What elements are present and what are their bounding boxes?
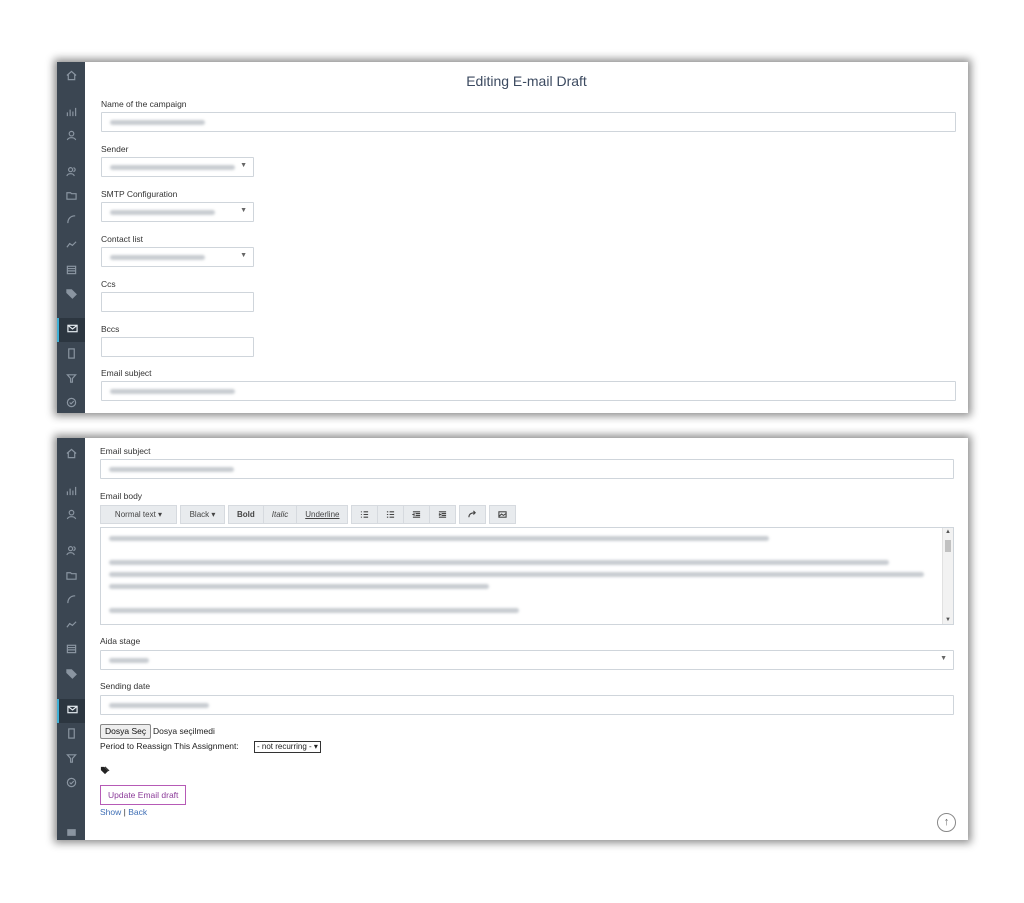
form-area: Editing E-mail Draft Name of the campaig…	[85, 62, 968, 413]
home-icon[interactable]	[57, 70, 85, 86]
edit-draft-panel-bottom: Email subject Email body Normal text ▾ B…	[57, 438, 968, 840]
document-icon[interactable]	[57, 348, 85, 364]
folder-icon[interactable]	[57, 190, 85, 206]
link-separator: |	[123, 807, 126, 817]
email-body-editor[interactable]: ▲ ▼	[100, 527, 954, 625]
chart-icon[interactable]	[57, 106, 85, 122]
campaign-name-label: Name of the campaign	[101, 99, 187, 109]
tags-icon[interactable]	[57, 288, 85, 304]
bccs-input[interactable]	[101, 337, 254, 357]
page-title: Editing E-mail Draft	[466, 73, 587, 89]
outdent-icon[interactable]	[403, 505, 430, 524]
aida-stage-select[interactable]: ▼	[100, 650, 954, 670]
bccs-label: Bccs	[101, 324, 120, 334]
normal-text-dropdown[interactable]: Normal text ▾	[100, 505, 177, 524]
aida-stage-label: Aida stage	[100, 636, 141, 646]
period-label: Period to Reassign This Assignment:	[100, 741, 239, 751]
smtp-label: SMTP Configuration	[101, 189, 178, 199]
editor-toolbar: Normal text ▾ Black ▾ Bold Italic Underl…	[100, 505, 519, 524]
sender-label: Sender	[101, 144, 129, 154]
nav-links: Show | Back	[100, 807, 147, 817]
format-group: Bold Italic Underline	[228, 505, 349, 524]
text-color-dropdown[interactable]: Black ▾	[180, 505, 225, 524]
chevron-down-icon: ▼	[240, 207, 247, 214]
chevron-down-icon: ▼	[940, 655, 947, 662]
scroll-thumb[interactable]	[945, 540, 951, 552]
update-email-draft-button[interactable]: Update Email draft	[100, 785, 187, 805]
indent-icon[interactable]	[429, 505, 457, 524]
editor-scrollbar[interactable]: ▲ ▼	[942, 528, 953, 624]
calendar-icon[interactable]	[57, 264, 85, 280]
contact-list-label: Contact list	[101, 234, 144, 244]
trend-icon[interactable]	[57, 239, 85, 255]
check-circle-icon[interactable]	[57, 397, 85, 413]
link-icon[interactable]	[459, 505, 487, 524]
form-area: Email subject Email body Normal text ▾ B…	[57, 438, 968, 840]
scroll-up-icon[interactable]: ▲	[945, 529, 951, 535]
chevron-down-icon: ▼	[240, 252, 247, 259]
email-subject-input[interactable]	[100, 459, 954, 479]
sending-date-input[interactable]	[100, 695, 954, 715]
campaign-name-input[interactable]	[101, 112, 956, 132]
chevron-down-icon: ▼	[240, 162, 247, 169]
ccs-label: Ccs	[101, 279, 116, 289]
ccs-input[interactable]	[101, 292, 254, 312]
italic-button[interactable]: Italic	[262, 505, 297, 524]
filter-icon[interactable]	[57, 373, 85, 389]
sender-select[interactable]: ▼	[101, 157, 254, 177]
phone-icon[interactable]	[57, 214, 85, 230]
period-select[interactable]: - not recurring - ▾	[254, 741, 321, 753]
numbered-list-icon[interactable]	[377, 505, 404, 524]
email-subject-label: Email subject	[101, 368, 152, 378]
smtp-select[interactable]: ▼	[101, 202, 254, 222]
bullet-list-icon[interactable]	[351, 505, 378, 524]
underline-button[interactable]: Underline	[296, 505, 349, 524]
email-icon[interactable]	[57, 318, 85, 342]
scroll-down-icon[interactable]: ▼	[945, 617, 951, 623]
user-icon[interactable]	[57, 130, 85, 146]
contact-list-select[interactable]: ▼	[101, 247, 254, 267]
email-subject-label: Email subject	[100, 446, 151, 456]
show-link[interactable]: Show	[100, 807, 121, 817]
email-body-label: Email body	[100, 491, 143, 501]
sending-date-label: Sending date	[100, 681, 151, 691]
sidebar	[57, 62, 85, 413]
edit-draft-panel-top: Editing E-mail Draft Name of the campaig…	[57, 62, 968, 413]
back-link[interactable]: Back	[128, 807, 147, 817]
email-subject-input[interactable]	[101, 381, 956, 401]
tags-icon[interactable]	[100, 762, 110, 780]
bold-button[interactable]: Bold	[228, 505, 263, 524]
choose-file-button[interactable]: Dosya Seç	[100, 724, 152, 739]
scroll-to-top-icon[interactable]: ↑	[937, 813, 956, 832]
users-icon[interactable]	[57, 166, 85, 182]
file-status: Dosya seçilmedi	[153, 726, 215, 736]
list-group	[351, 505, 457, 524]
image-icon[interactable]	[489, 505, 517, 524]
